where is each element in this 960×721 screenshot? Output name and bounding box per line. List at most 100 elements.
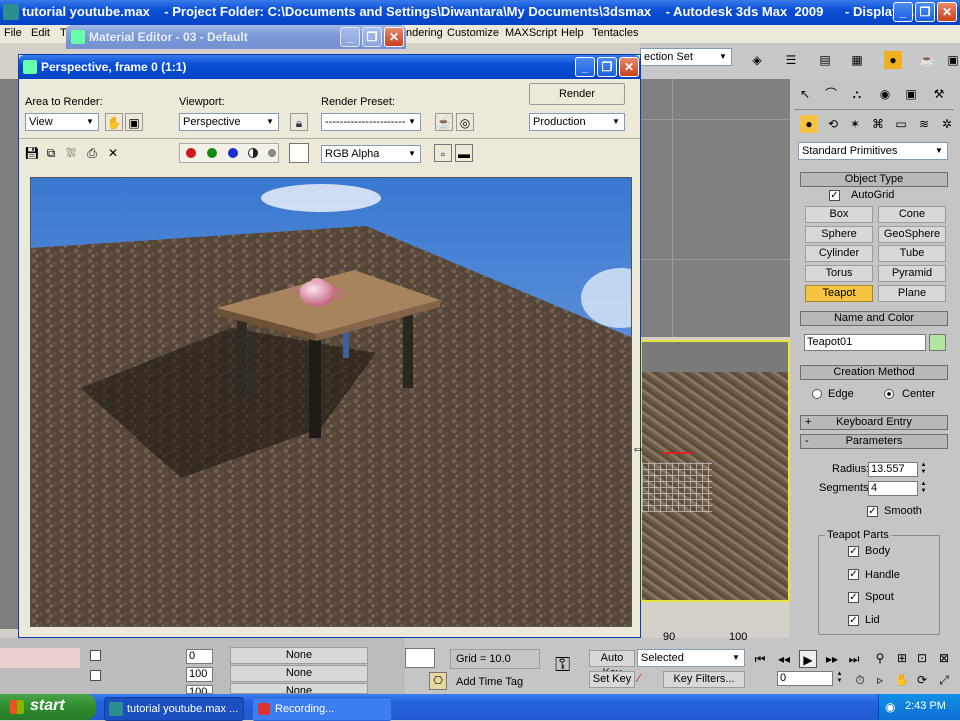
green-channel-icon[interactable]: [207, 148, 217, 158]
render-window-title-bar[interactable]: Perspective, frame 0 (1:1) _ ❐ ✕: [19, 55, 640, 79]
play-icon[interactable]: ▶: [799, 650, 817, 668]
start-button[interactable]: start: [0, 694, 96, 720]
value-field[interactable]: 0: [186, 649, 213, 664]
pyramid-button[interactable]: Pyramid: [878, 265, 946, 282]
display-channel-icon[interactable]: ▫: [434, 144, 452, 162]
box-button[interactable]: Box: [805, 206, 873, 223]
display-alpha-icon[interactable]: ▬: [455, 144, 473, 162]
material-editor-icon[interactable]: ●: [884, 51, 902, 69]
maximize-viewport-icon[interactable]: ⤢: [935, 671, 953, 689]
systems-icon[interactable]: ✲: [938, 115, 956, 133]
row-checkbox[interactable]: [90, 650, 101, 661]
render-button[interactable]: Render: [529, 83, 625, 105]
tube-button[interactable]: Tube: [878, 245, 946, 262]
rw-close-button[interactable]: ✕: [619, 57, 639, 77]
viewport-top-left[interactable]: [0, 79, 20, 629]
menu-maxscript[interactable]: MAXScript: [505, 27, 557, 39]
menu-edit[interactable]: Edit: [31, 27, 50, 39]
field-of-view-icon[interactable]: ▹: [871, 671, 889, 689]
modify-tab-icon[interactable]: ⌒: [822, 85, 840, 103]
display-tab-icon[interactable]: ▣: [902, 85, 920, 103]
menu-rendering[interactable]: ndering: [406, 27, 443, 39]
primitives-category-select[interactable]: Standard Primitives ▼: [798, 142, 948, 160]
cameras-icon[interactable]: ⌘: [869, 115, 887, 133]
name-color-header[interactable]: Name and Color: [800, 311, 948, 326]
named-selection-set[interactable]: ection Set ▼: [640, 48, 732, 66]
next-frame-icon[interactable]: ▸▸: [823, 650, 841, 668]
spout-checkbox[interactable]: ✓: [848, 592, 859, 603]
row-checkbox[interactable]: [90, 670, 101, 681]
save-icon[interactable]: 💾︎: [23, 144, 41, 162]
cylinder-button[interactable]: Cylinder: [805, 245, 873, 262]
maximize-button[interactable]: ❐: [915, 2, 935, 22]
map-none-button[interactable]: None: [230, 665, 368, 682]
clone-icon[interactable]: ⛆: [62, 144, 80, 162]
viewport-top-right[interactable]: [640, 79, 790, 337]
rw-minimize-button[interactable]: _: [575, 57, 595, 77]
render-preset-select[interactable]: ------------------------- ▼: [321, 113, 421, 131]
me-close-button[interactable]: ✕: [384, 27, 404, 47]
autogrid-checkbox[interactable]: ✓: [829, 190, 840, 201]
object-color-swatch[interactable]: [929, 334, 946, 351]
parameters-header[interactable]: - Parameters: [800, 434, 948, 449]
me-maximize-button[interactable]: ❐: [362, 27, 382, 47]
key-mode-select[interactable]: Selected ▼: [637, 649, 745, 667]
create-tab-icon[interactable]: ↖: [796, 85, 814, 103]
orbit-icon[interactable]: ⟳: [913, 671, 931, 689]
zoom-extents-icon[interactable]: ⊡: [913, 649, 931, 667]
go-to-end-icon[interactable]: ⏭: [845, 650, 863, 668]
map-none-button[interactable]: None: [230, 647, 368, 664]
taskbar-item-recording[interactable]: Recording...: [252, 697, 392, 721]
key-icon[interactable]: ⚿: [555, 654, 570, 677]
blue-channel-icon[interactable]: [228, 148, 238, 158]
environment-icon[interactable]: ◎: [456, 113, 474, 131]
motion-tab-icon[interactable]: ◉: [876, 85, 894, 103]
material-editor-window[interactable]: Material Editor - 03 - Default _ ❐ ✕: [66, 25, 406, 49]
map-none-button[interactable]: None: [230, 683, 368, 694]
geometry-icon[interactable]: ●: [800, 115, 818, 133]
helpers-icon[interactable]: ▭: [892, 115, 910, 133]
segments-spinner[interactable]: ▲ ▼: [919, 481, 928, 496]
clear-icon[interactable]: ✕: [104, 144, 122, 162]
keyboard-entry-header[interactable]: + Keyboard Entry: [800, 415, 948, 430]
render-setup-icon[interactable]: ☕: [918, 51, 936, 69]
set-key-button[interactable]: Set Key: [589, 671, 635, 688]
radius-spinner[interactable]: ▲ ▼: [919, 462, 928, 477]
production-select[interactable]: Production ▼: [529, 113, 625, 131]
current-frame-field[interactable]: 0: [777, 671, 833, 686]
previous-frame-icon[interactable]: ◂◂: [775, 650, 793, 668]
menu-file[interactable]: File: [4, 27, 22, 39]
go-to-start-icon[interactable]: ⏮: [751, 650, 769, 668]
value-field[interactable]: 100: [186, 685, 213, 694]
torus-button[interactable]: Torus: [805, 265, 873, 282]
hierarchy-tab-icon[interactable]: ⛬: [848, 85, 866, 103]
time-config-icon[interactable]: ⏱: [851, 671, 869, 689]
render-frame-icon[interactable]: ▣: [944, 51, 960, 69]
print-icon[interactable]: ⎙: [83, 144, 101, 162]
schematic-icon[interactable]: ▦: [848, 51, 866, 69]
me-minimize-button[interactable]: _: [340, 27, 360, 47]
sphere-button[interactable]: Sphere: [805, 226, 873, 243]
rw-maximize-button[interactable]: ❐: [597, 57, 617, 77]
minimize-button[interactable]: _: [893, 2, 913, 22]
viewport-perspective[interactable]: [640, 340, 790, 602]
auto-key-button[interactable]: Auto Key: [589, 650, 635, 679]
spacewarps-icon[interactable]: ≋: [915, 115, 933, 133]
teapot-button[interactable]: Teapot: [805, 285, 873, 302]
frame-spinner[interactable]: ▲ ▼: [835, 671, 844, 686]
cone-button[interactable]: Cone: [878, 206, 946, 223]
curve-editor-icon[interactable]: ▤: [816, 51, 834, 69]
plane-button[interactable]: Plane: [878, 285, 946, 302]
zoom-all-icon[interactable]: ⊞: [893, 649, 911, 667]
viewport-select[interactable]: Perspective ▼: [179, 113, 279, 131]
mono-channel-icon[interactable]: [268, 149, 276, 157]
creation-method-header[interactable]: Creation Method: [800, 365, 948, 380]
lid-checkbox[interactable]: ✓: [848, 615, 859, 626]
center-radio[interactable]: [884, 389, 894, 399]
edge-radio[interactable]: [812, 389, 822, 399]
utilities-tab-icon[interactable]: ⚒: [930, 85, 948, 103]
geosphere-button[interactable]: GeoSphere: [878, 226, 946, 243]
red-channel-icon[interactable]: [186, 148, 196, 158]
zoom-icon[interactable]: ⚲: [871, 649, 889, 667]
key-filters-button[interactable]: Key Filters...: [663, 671, 745, 688]
